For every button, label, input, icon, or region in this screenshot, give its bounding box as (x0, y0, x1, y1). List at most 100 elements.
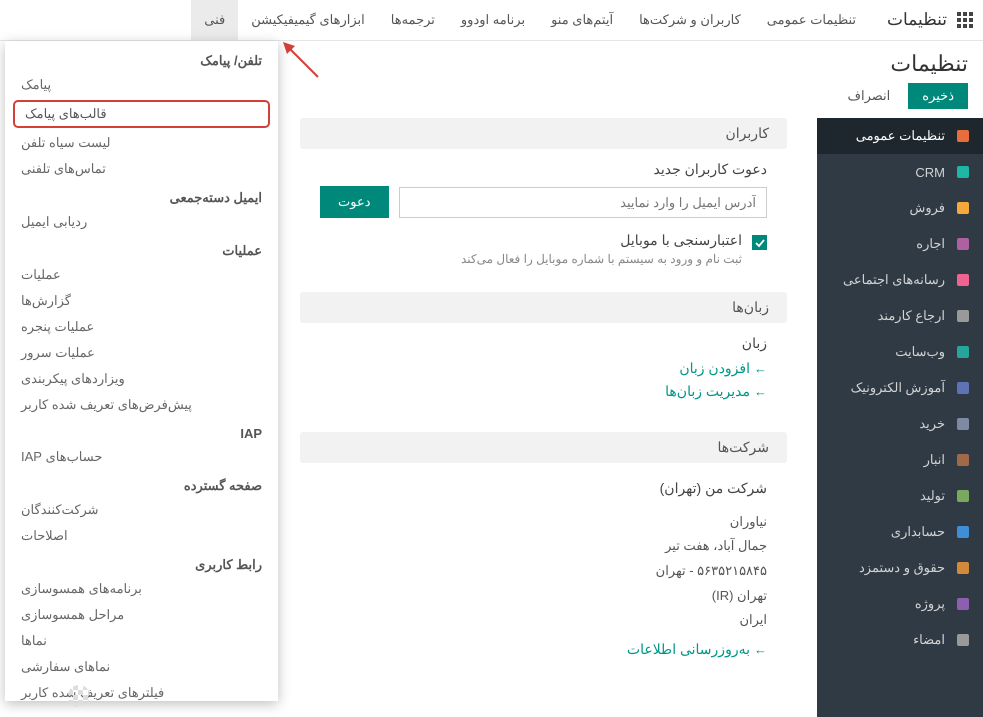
arrow-icon: ← (754, 361, 767, 376)
dropdown-item[interactable]: پیش‌فرض‌های تعریف شده کاربر (5, 392, 278, 418)
arrow-icon: ← (754, 642, 767, 657)
module-icon (955, 560, 971, 576)
sidebar-item-label: اجاره (916, 236, 945, 252)
company-line: نیاوران (320, 510, 767, 535)
dropdown-header: صفحه گسترده (5, 470, 278, 497)
sidebar-item[interactable]: رسانه‌های اجتماعی (817, 262, 983, 298)
manage-lang-text: مدیریت زبان‌ها (665, 383, 750, 400)
dropdown-item[interactable]: مراحل همسوسازی (5, 602, 278, 628)
sidebar-item-label: امضاء (913, 632, 945, 648)
top-nav: تنظیمات عمومیکاربران و شرکت‌هاآیتم‌های م… (191, 0, 869, 40)
sidebar-item-label: خرید (919, 416, 945, 432)
dropdown-item[interactable]: اصلاحات (5, 523, 278, 549)
module-icon (955, 416, 971, 432)
dropdown-item[interactable]: فیلترهای تعریف شده کاربر (5, 680, 278, 701)
sidebar-item-label: حقوق و دستمزد (859, 560, 945, 576)
mobile-auth-checkbox[interactable] (752, 235, 767, 250)
dropdown-item[interactable]: ویزاردهای پیکربندی (5, 366, 278, 392)
dropdown-item[interactable]: پیامک (5, 72, 278, 98)
section-users-head: کاربران (300, 118, 787, 149)
module-icon (955, 452, 971, 468)
sidebar-item-label: ارجاع کارمند (878, 308, 945, 324)
company-line: ۵۶۳۵۲۱۵۸۴۵ - تهران (320, 559, 767, 584)
dropdown-item[interactable]: برنامه‌های همسوسازی (5, 576, 278, 602)
invite-label: دعوت کاربران جدید (320, 161, 767, 178)
dropdown-item[interactable]: عملیات سرور (5, 340, 278, 366)
save-button[interactable]: ذخیره (908, 83, 968, 109)
sidebar-item[interactable]: آموزش الکترونیک (817, 370, 983, 406)
sidebar-item-label: وب‌سایت (895, 344, 945, 360)
sidebar-item[interactable]: CRM (817, 154, 983, 190)
sidebar-item[interactable]: پروژه (817, 586, 983, 622)
mobile-auth-label: اعتبارسنجی با موبایل (461, 232, 742, 249)
topnav-item[interactable]: تنظیمات عمومی (754, 0, 869, 40)
sidebar-item[interactable]: وب‌سایت (817, 334, 983, 370)
module-icon (955, 380, 971, 396)
module-icon (955, 164, 971, 180)
arrow-icon: ← (754, 384, 767, 399)
module-icon (955, 236, 971, 252)
sidebar-item-label: آموزش الکترونیک (851, 380, 945, 396)
module-icon (955, 596, 971, 612)
sidebar-item[interactable]: فروش (817, 190, 983, 226)
sidebar-item[interactable]: خرید (817, 406, 983, 442)
email-field[interactable] (399, 187, 768, 218)
dropdown-item[interactable]: گزارش‌ها (5, 288, 278, 314)
dropdown-header: تلفن/ پیامک (5, 45, 278, 72)
module-icon (955, 344, 971, 360)
technical-dropdown: تلفن/ پیامکپیامکقالب‌های پیامکلیست سیاه … (5, 41, 278, 701)
topnav-item[interactable]: ابزارهای گیمیفیکیشن (238, 0, 378, 40)
module-icon (955, 128, 971, 144)
sidebar-item-label: تنظیمات عمومی (856, 128, 945, 144)
dropdown-item[interactable]: ردیابی ایمیل (5, 209, 278, 235)
dropdown-item[interactable]: لیست سیاه تلفن (5, 130, 278, 156)
section-lang-head: زبان‌ها (300, 292, 787, 323)
sidebar-item[interactable]: امضاء (817, 622, 983, 658)
transparency-icon (68, 685, 90, 707)
sidebar-item[interactable]: حسابداری (817, 514, 983, 550)
sidebar-item[interactable]: تولید (817, 478, 983, 514)
sidebar-item[interactable]: اجاره (817, 226, 983, 262)
sidebar-item[interactable]: انبار (817, 442, 983, 478)
sidebar-item[interactable]: ارجاع کارمند (817, 298, 983, 334)
module-icon (955, 308, 971, 324)
company-line: جمال آباد، هفت تیر (320, 534, 767, 559)
dropdown-item[interactable]: عملیات پنجره (5, 314, 278, 340)
company-line: ایران (320, 608, 767, 633)
topnav-item[interactable]: آیتم‌های منو (538, 0, 626, 40)
dropdown-header: عملیات (5, 235, 278, 262)
dropdown-item[interactable]: تماس‌های تلفنی (5, 156, 278, 182)
dropdown-header: ایمیل دسته‌جمعی (5, 182, 278, 209)
topnav-item[interactable]: ترجمه‌ها (378, 0, 448, 40)
dropdown-item[interactable]: نماهای سفارشی (5, 654, 278, 680)
section-company-head: شرکت‌ها (300, 432, 787, 463)
dropdown-header: رابط کاربری (5, 549, 278, 576)
update-company-link[interactable]: ←به‌روزرسانی اطلاعات (320, 641, 767, 658)
topnav-item[interactable]: برنامه اودوو (448, 0, 538, 40)
sidebar-item[interactable]: تنظیمات عمومی (817, 118, 983, 154)
module-icon (955, 524, 971, 540)
invite-button[interactable]: دعوت (320, 186, 389, 218)
sidebar-item-label: CRM (915, 165, 945, 180)
dropdown-item[interactable]: شرکت‌کنندگان (5, 497, 278, 523)
manage-lang-link[interactable]: ← مدیریت زبان‌ها (320, 383, 767, 400)
dropdown-item[interactable]: قالب‌های پیامک (13, 100, 270, 128)
dropdown-item[interactable]: حساب‌های IAP (5, 444, 278, 470)
add-lang-link[interactable]: ← افزودن زبان (320, 360, 767, 377)
sidebar-item[interactable]: حقوق و دستمزد (817, 550, 983, 586)
module-icon (955, 272, 971, 288)
topnav-item[interactable]: کاربران و شرکت‌ها (626, 0, 754, 40)
sidebar-item-label: رسانه‌های اجتماعی (843, 272, 945, 288)
dropdown-item[interactable]: عملیات (5, 262, 278, 288)
mobile-auth-hint: ثبت نام و ورود به سیستم با شماره موبایل … (461, 252, 742, 266)
sidebar-item-label: پروژه (915, 596, 945, 612)
sidebar-item-label: حسابداری (891, 524, 945, 540)
company-line: تهران (IR) (320, 584, 767, 609)
dropdown-item[interactable]: نماها (5, 628, 278, 654)
discard-button[interactable]: انصراف (838, 83, 901, 109)
add-lang-text: افزودن زبان (679, 360, 750, 377)
module-icon (955, 200, 971, 216)
apps-icon[interactable] (957, 12, 973, 28)
topnav-item[interactable]: فنی (191, 0, 238, 40)
app-brand: تنظیمات (887, 10, 947, 30)
